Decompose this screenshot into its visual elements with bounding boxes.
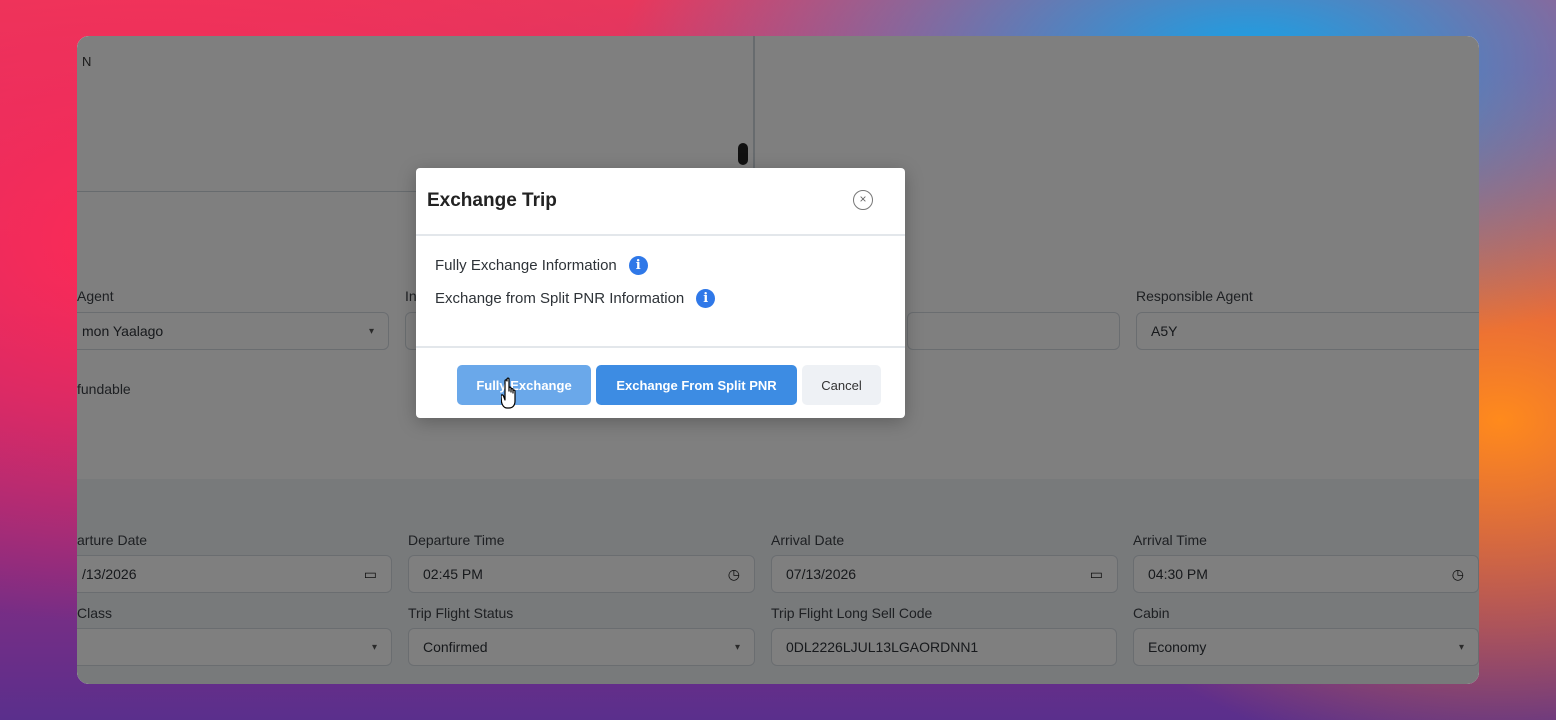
split-pnr-info-label: Exchange from Split PNR Information — [435, 290, 685, 307]
exchange-trip-dialog: Exchange Trip × Fully Exchange Informati… — [416, 168, 905, 418]
exchange-from-split-pnr-button[interactable]: Exchange From Split PNR — [596, 365, 797, 405]
dialog-header: Exchange Trip × — [416, 168, 905, 236]
close-icon[interactable]: × — [853, 190, 873, 210]
fully-exchange-button[interactable]: Fully Exchange — [457, 365, 591, 405]
info-icon[interactable]: i — [696, 289, 716, 308]
split-pnr-info-row: Exchange from Split PNR Information i — [435, 289, 716, 308]
fully-exchange-info-label: Fully Exchange Information — [435, 257, 617, 274]
hand-cursor-icon — [501, 377, 516, 409]
cancel-button[interactable]: Cancel — [802, 365, 881, 405]
fully-exchange-info-row: Fully Exchange Information i — [435, 256, 648, 275]
dialog-title: Exchange Trip — [427, 190, 557, 211]
dialog-footer: Fully Exchange Exchange From Split PNR C… — [416, 346, 905, 420]
info-icon[interactable]: i — [628, 256, 648, 275]
